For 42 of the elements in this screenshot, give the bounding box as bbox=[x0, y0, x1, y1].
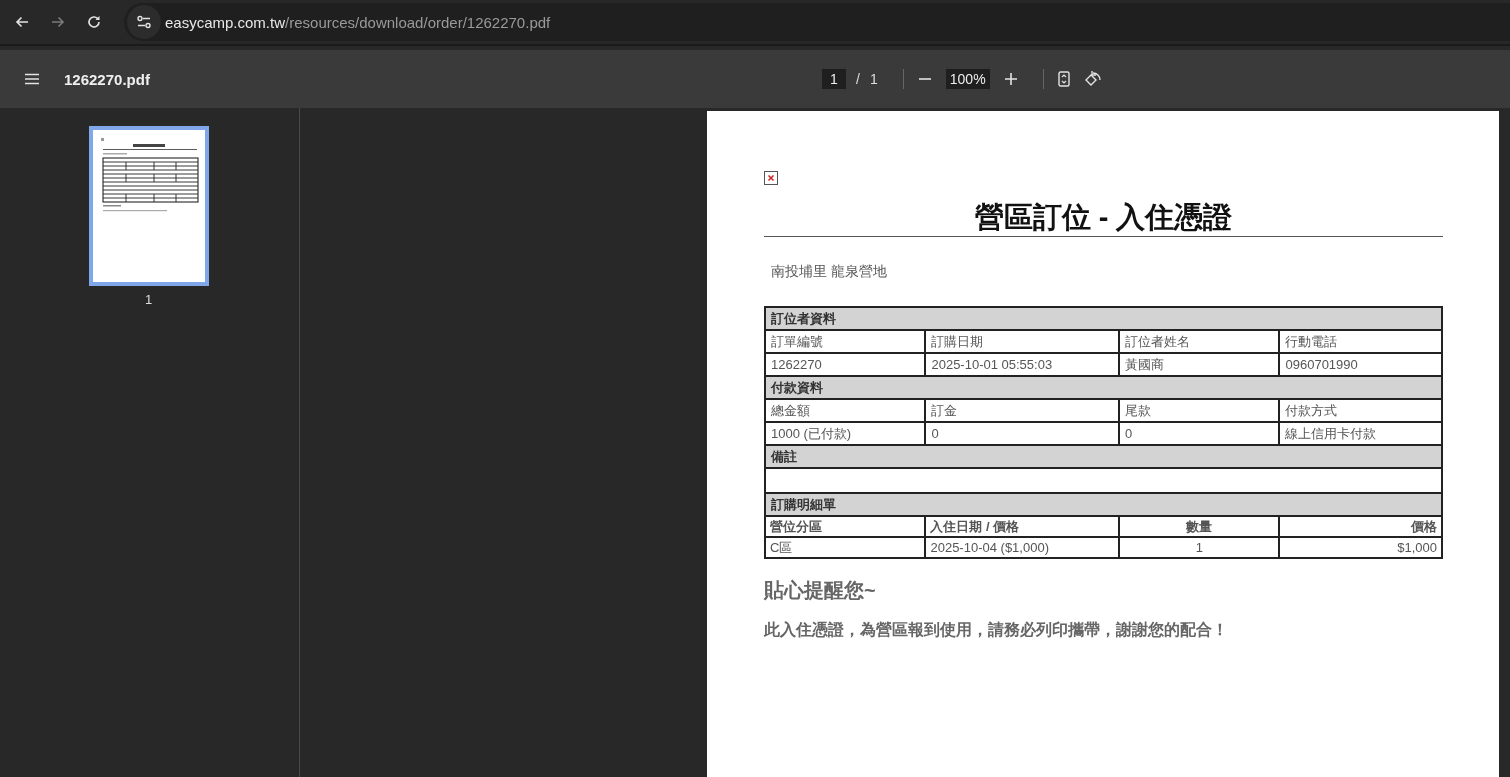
back-icon[interactable] bbox=[14, 14, 30, 30]
section-heading: 訂位者資料 bbox=[765, 307, 1442, 330]
url-path: /resources/download/order/1262270.pdf bbox=[285, 13, 551, 31]
site-settings-icon[interactable] bbox=[136, 14, 152, 30]
column-label: 價格 bbox=[1279, 516, 1442, 537]
section-heading: 付款資料 bbox=[765, 376, 1442, 399]
broken-image-icon bbox=[764, 171, 778, 185]
table-cell: $1,000 bbox=[1279, 537, 1442, 558]
table-cell: 2025-10-04 ($1,000) bbox=[925, 537, 1120, 558]
url-host: easycamp.com.tw bbox=[165, 13, 286, 31]
column-label: 付款方式 bbox=[1279, 399, 1442, 422]
campsite-name: 南投埔里 龍泉營地 bbox=[771, 263, 888, 281]
reload-icon[interactable] bbox=[86, 14, 102, 30]
section-heading: 備註 bbox=[765, 445, 1442, 468]
column-label: 數量 bbox=[1119, 516, 1280, 537]
file-name: 1262270.pdf bbox=[64, 70, 150, 88]
thumbnail-page-number: 1 bbox=[144, 292, 153, 307]
column-label: 尾款 bbox=[1119, 399, 1280, 422]
address-bar[interactable]: easycamp.com.tw/resources/download/order/1262270.pdf bbox=[124, 3, 1510, 41]
column-label: 訂金 bbox=[925, 399, 1120, 422]
column-label: 訂單編號 bbox=[765, 330, 926, 353]
table-cell: C區 bbox=[765, 537, 926, 558]
column-label: 營位分區 bbox=[765, 516, 926, 537]
section-heading: 訂購明細單 bbox=[765, 493, 1442, 516]
zoom-in-icon[interactable] bbox=[1003, 72, 1018, 86]
page-separator: / bbox=[856, 71, 860, 87]
column-label: 行動電話 bbox=[1279, 330, 1442, 353]
column-label: 入住日期 / 價格 bbox=[925, 516, 1120, 537]
table-cell: 1 bbox=[1119, 537, 1280, 558]
page-number-field[interactable]: 1 bbox=[822, 69, 846, 89]
column-label: 訂購日期 bbox=[925, 330, 1120, 353]
document-title: 營區訂位 - 入住憑證 bbox=[764, 199, 1443, 237]
reminder-heading: 貼心提醒您~ bbox=[764, 578, 877, 603]
reminder-text: 此入住憑證，為營區報到使用，請務必列印攜帶，謝謝您的配合！ bbox=[764, 620, 1229, 640]
column-label: 訂位者姓名 bbox=[1119, 330, 1280, 353]
fit-page-icon[interactable] bbox=[1057, 71, 1070, 87]
zoom-field[interactable]: 100% bbox=[945, 69, 990, 89]
column-label: 總金額 bbox=[765, 399, 926, 422]
page-count: 1 bbox=[869, 71, 878, 87]
forward-icon[interactable] bbox=[50, 14, 66, 30]
rotate-icon[interactable] bbox=[1083, 70, 1102, 88]
menu-icon[interactable] bbox=[24, 71, 40, 87]
